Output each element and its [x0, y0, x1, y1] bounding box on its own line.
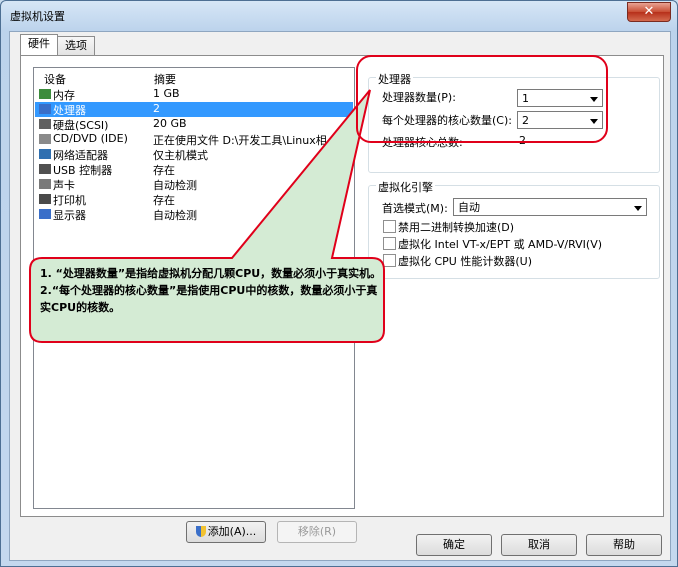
device-summary: 自动检测 — [153, 209, 197, 222]
device-row[interactable]: 内存 1 GB — [35, 87, 353, 102]
preferred-mode-label: 首选模式(M): — [382, 202, 448, 215]
cores-per-processor-label: 每个处理器的核心数量(C): — [382, 114, 512, 127]
cores-per-processor-select[interactable]: 2 — [517, 111, 603, 129]
remove-device-button[interactable]: 移除(R) — [277, 521, 357, 543]
device-summary: 存在 — [153, 164, 175, 177]
device-name: 显示器 — [53, 209, 86, 222]
network-adapter-icon — [39, 149, 51, 159]
device-summary: 存在 — [153, 194, 175, 207]
callout-line-2: 2.“每个处理器的核心数量”是指使用CPU中的核数，数量必须小于真实CPU的核数… — [40, 284, 378, 314]
add-device-label: 添加(A)... — [207, 525, 257, 538]
chevron-down-icon — [590, 119, 598, 124]
device-summary: 1 GB — [153, 87, 180, 100]
memory-icon — [39, 89, 51, 99]
device-name: 硬盘(SCSI) — [53, 119, 109, 132]
processor-icon — [39, 104, 51, 114]
processor-count-select[interactable]: 1 — [517, 89, 603, 107]
cd-dvd-icon — [39, 134, 51, 144]
device-row[interactable]: USB 控制器 存在 — [35, 162, 353, 177]
chevron-down-icon — [634, 206, 642, 211]
device-row[interactable]: CD/DVD (IDE) 正在使用文件 D:\开发工具\Linux相... — [35, 132, 353, 147]
tab-hardware[interactable]: 硬件 — [20, 34, 58, 55]
device-summary: 仅主机模式 — [153, 149, 208, 162]
device-name: USB 控制器 — [53, 164, 113, 177]
device-row[interactable]: 声卡 自动检测 — [35, 177, 353, 192]
disable-binary-translation-label[interactable]: 禁用二进制转换加速(D) — [398, 219, 514, 235]
virtualization-group-label: 虚拟化引擎 — [376, 179, 435, 195]
shield-icon — [195, 526, 206, 537]
preferred-mode-value: 自动 — [458, 201, 480, 214]
disable-binary-translation-checkbox[interactable] — [383, 220, 396, 233]
chevron-down-icon — [590, 97, 598, 102]
column-summary[interactable]: 摘要 — [154, 71, 176, 87]
device-row[interactable]: 网络适配器 仅主机模式 — [35, 147, 353, 162]
device-name: 处理器 — [53, 104, 86, 117]
hard-disk-icon — [39, 119, 51, 129]
device-name: 内存 — [53, 89, 75, 102]
device-summary: 2 — [153, 102, 160, 115]
device-summary: 自动检测 — [153, 179, 197, 192]
device-name: 打印机 — [53, 194, 86, 207]
device-summary: 20 GB — [153, 117, 187, 130]
printer-icon — [39, 194, 51, 204]
ok-button[interactable]: 确定 — [416, 534, 492, 556]
callout-text: 1. “处理器数量”是指给虚拟机分配几颗CPU，数量必须小于真实机。 2.“每个… — [40, 265, 385, 316]
add-device-button[interactable]: 添加(A)... — [186, 521, 266, 543]
window-title: 虚拟机设置 — [10, 10, 65, 23]
total-cores-value: 2 — [519, 134, 526, 147]
virtualize-vtx-label[interactable]: 虚拟化 Intel VT-x/EPT 或 AMD-V/RVI(V) — [398, 236, 602, 252]
virtualize-vtx-checkbox[interactable] — [383, 237, 396, 250]
processor-group-label: 处理器 — [376, 71, 413, 87]
sound-card-icon — [39, 179, 51, 189]
total-cores-label: 处理器核心总数: — [382, 136, 463, 149]
device-name: CD/DVD (IDE) — [53, 132, 128, 145]
cancel-button[interactable]: 取消 — [501, 534, 577, 556]
device-row[interactable]: 显示器 自动检测 — [35, 207, 353, 222]
device-row[interactable]: 处理器 2 — [35, 102, 353, 117]
help-button[interactable]: 帮助 — [586, 534, 662, 556]
processor-count-value: 1 — [522, 92, 529, 105]
processor-count-label: 处理器数量(P): — [382, 91, 456, 104]
close-button[interactable]: ✕ — [627, 2, 671, 22]
device-name: 声卡 — [53, 179, 75, 192]
usb-icon — [39, 164, 51, 174]
callout-line-1: 1. “处理器数量”是指给虚拟机分配几颗CPU，数量必须小于真实机。 — [40, 267, 382, 280]
column-device[interactable]: 设备 — [44, 71, 66, 87]
device-summary: 正在使用文件 D:\开发工具\Linux相... — [153, 134, 338, 147]
virtualize-cpu-counters-label[interactable]: 虚拟化 CPU 性能计数器(U) — [398, 253, 532, 269]
cores-per-processor-value: 2 — [522, 114, 529, 127]
device-name: 网络适配器 — [53, 149, 108, 162]
preferred-mode-select[interactable]: 自动 — [453, 198, 647, 216]
title-bar[interactable]: 虚拟机设置 ✕ — [1, 1, 677, 29]
device-list-header: 设备 摘要 — [34, 68, 354, 86]
device-row[interactable]: 打印机 存在 — [35, 192, 353, 207]
tab-options[interactable]: 选项 — [57, 36, 95, 55]
display-icon — [39, 209, 51, 219]
device-row[interactable]: 硬盘(SCSI) 20 GB — [35, 117, 353, 132]
